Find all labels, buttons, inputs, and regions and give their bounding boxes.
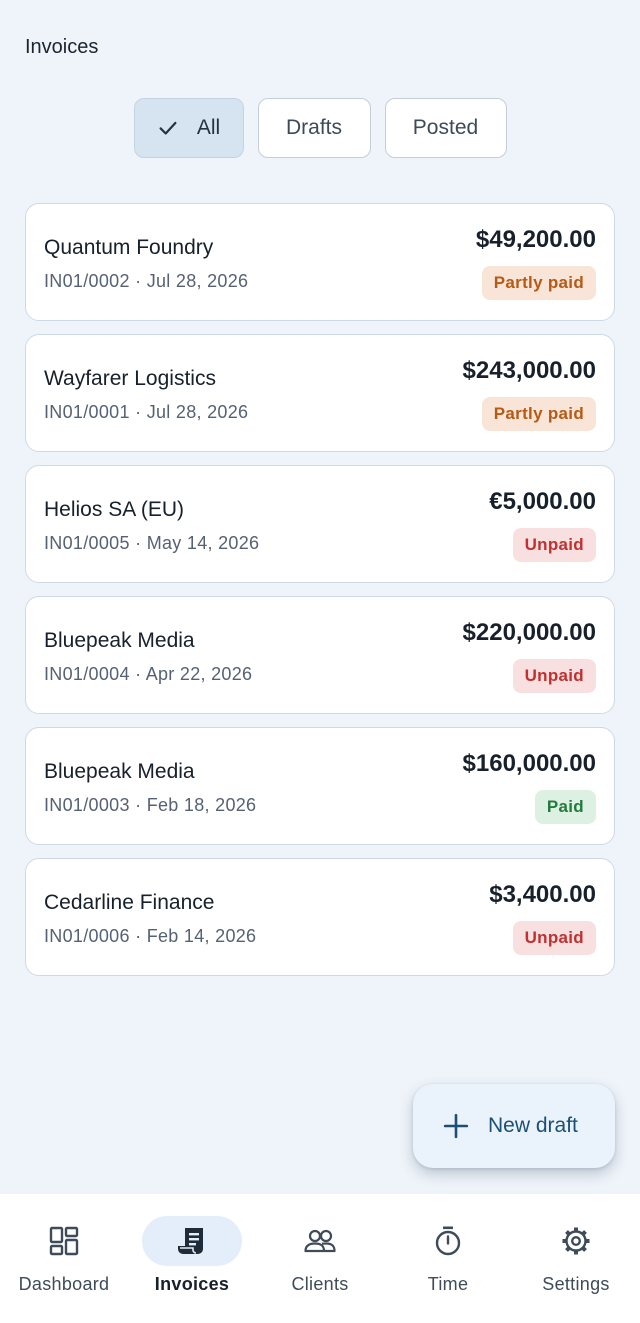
meta-separator: · (135, 533, 142, 553)
invoice-date: Jul 28, 2026 (146, 271, 249, 291)
status-badge: Unpaid (512, 921, 596, 955)
invoice-list: Quantum Foundry IN01/0002 · Jul 28, 2026… (25, 203, 615, 976)
invoice-number: IN01/0005 (44, 533, 130, 553)
invoice-card[interactable]: Wayfarer Logistics IN01/0001 · Jul 28, 2… (25, 334, 615, 452)
invoice-number: IN01/0002 (44, 271, 130, 291)
meta-separator: · (135, 664, 142, 684)
invoice-meta: IN01/0004 · Apr 22, 2026 (44, 664, 252, 685)
filter-chip-posted[interactable]: Posted (384, 98, 507, 158)
invoice-date: Jul 28, 2026 (146, 402, 249, 422)
client-name: Wayfarer Logistics (44, 367, 216, 390)
check-icon (159, 121, 177, 135)
meta-separator: · (135, 402, 142, 422)
status-badge: Paid (534, 790, 596, 824)
invoice-number: IN01/0006 (44, 926, 130, 946)
filter-chip-all[interactable]: All (133, 98, 244, 158)
nav-item-clients[interactable]: Clients (256, 1194, 384, 1323)
stopwatch-icon (435, 1226, 461, 1256)
nav-label: Settings (542, 1274, 610, 1294)
invoice-card[interactable]: Cedarline Finance IN01/0006 · Feb 14, 20… (25, 858, 615, 976)
invoice-amount: $243,000.00 (462, 357, 596, 384)
client-name: Cedarline Finance (44, 891, 215, 914)
receipt-icon (178, 1228, 203, 1254)
nav-item-invoices[interactable]: Invoices (128, 1194, 256, 1323)
invoice-card[interactable]: Bluepeak Media IN01/0003 · Feb 18, 2026 … (25, 727, 615, 845)
client-name: Quantum Foundry (44, 236, 214, 259)
status-badge: Unpaid (512, 528, 596, 562)
new-draft-button[interactable]: New draft (413, 1084, 615, 1168)
status-badge: Partly paid (481, 266, 596, 300)
invoice-number: IN01/0003 (44, 795, 130, 815)
invoice-number: IN01/0001 (44, 402, 130, 422)
meta-separator: · (135, 926, 142, 946)
nav-item-time[interactable]: Time (384, 1194, 512, 1323)
filter-chip-label: All (196, 116, 221, 139)
invoice-date: Apr 22, 2026 (145, 664, 253, 684)
nav-label: Invoices (154, 1274, 230, 1294)
page-title: Invoices (25, 36, 99, 58)
client-name: Bluepeak Media (44, 760, 195, 783)
nav-label: Clients (291, 1274, 349, 1294)
invoice-card[interactable]: Bluepeak Media IN01/0004 · Apr 22, 2026 … (25, 596, 615, 714)
invoice-amount: $160,000.00 (462, 750, 596, 777)
dashboard-icon (49, 1226, 79, 1256)
invoice-card[interactable]: Helios SA (EU) IN01/0005 · May 14, 2026 … (25, 465, 615, 583)
invoice-amount: €5,000.00 (489, 488, 596, 515)
invoice-meta: IN01/0005 · May 14, 2026 (44, 533, 259, 554)
plus-icon (443, 1113, 469, 1139)
nav-item-dashboard[interactable]: Dashboard (0, 1194, 128, 1323)
filter-chip-label: Posted (412, 116, 479, 139)
bottom-navigation: Dashboard Invoices Clients Time Settings (0, 1194, 640, 1323)
nav-label: Dashboard (18, 1274, 110, 1294)
filter-chip-label: Drafts (285, 116, 342, 139)
status-badge: Partly paid (481, 397, 596, 431)
gear-icon (562, 1227, 590, 1255)
client-name: Helios SA (EU) (44, 498, 185, 521)
invoice-meta: IN01/0002 · Jul 28, 2026 (44, 271, 248, 292)
nav-item-settings[interactable]: Settings (512, 1194, 640, 1323)
invoice-amount: $3,400.00 (489, 881, 596, 908)
people-icon (304, 1229, 336, 1253)
invoice-card[interactable]: Quantum Foundry IN01/0002 · Jul 28, 2026… (25, 203, 615, 321)
invoice-meta: IN01/0001 · Jul 28, 2026 (44, 402, 248, 423)
invoice-amount: $220,000.00 (462, 619, 596, 646)
new-draft-label: New draft (488, 1114, 578, 1137)
invoice-meta: IN01/0003 · Feb 18, 2026 (44, 795, 256, 816)
filter-chips: All Drafts Posted (0, 98, 640, 158)
status-badge: Unpaid (512, 659, 596, 693)
meta-separator: · (135, 795, 142, 815)
invoice-date: Feb 18, 2026 (146, 795, 257, 815)
invoice-meta: IN01/0006 · Feb 14, 2026 (44, 926, 256, 947)
invoice-amount: $49,200.00 (475, 226, 596, 253)
nav-label: Time (427, 1274, 469, 1294)
client-name: Bluepeak Media (44, 629, 195, 652)
invoice-number: IN01/0004 (44, 664, 130, 684)
invoice-date: Feb 14, 2026 (146, 926, 257, 946)
meta-separator: · (135, 271, 142, 291)
filter-chip-drafts[interactable]: Drafts (257, 98, 371, 158)
invoice-date: May 14, 2026 (146, 533, 260, 553)
